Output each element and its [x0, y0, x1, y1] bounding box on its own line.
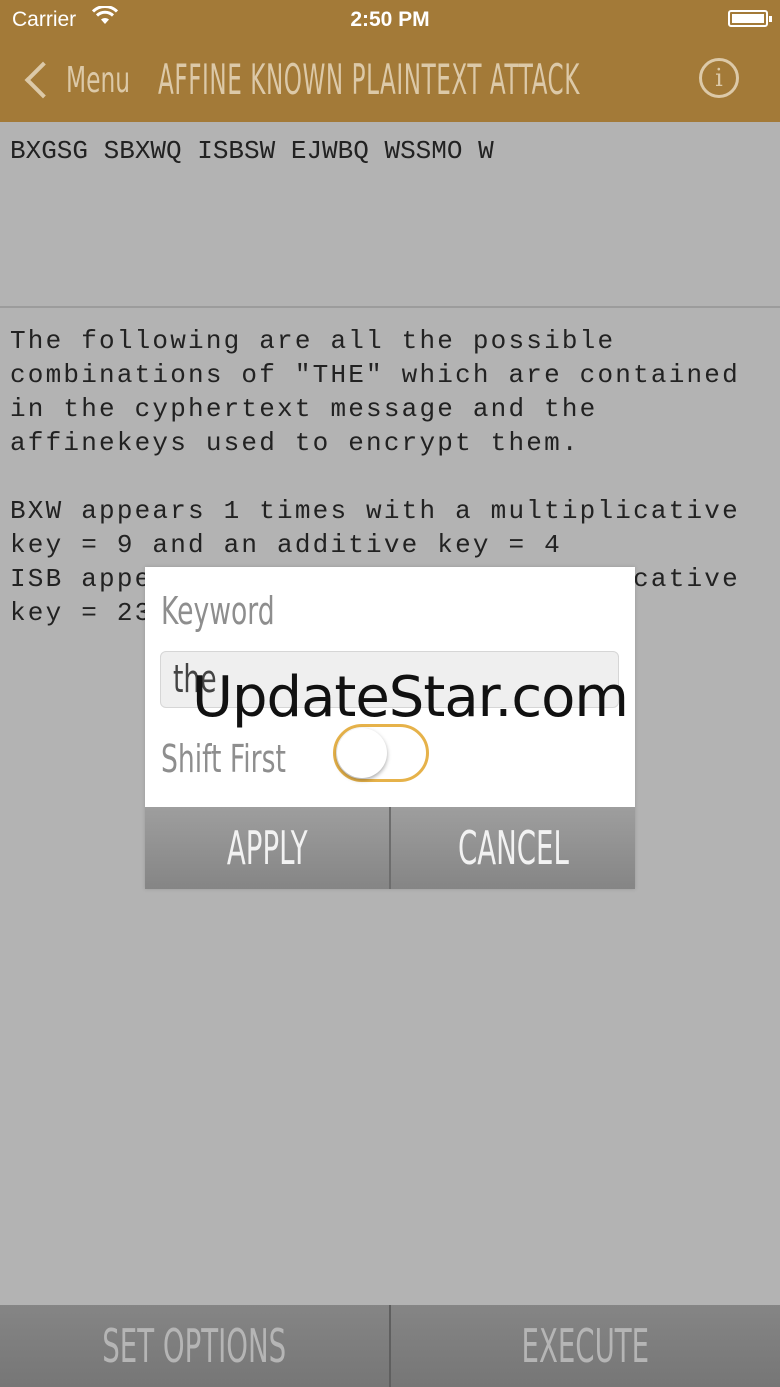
ciphertext-field[interactable]: BXGSG SBXWQ ISBSW EJWBQ WSSMO W	[0, 122, 780, 308]
execute-label: EXECUTE	[521, 1319, 650, 1373]
status-bar: Carrier 2:50 PM	[0, 0, 780, 40]
menu-back-label: Menu	[66, 59, 131, 101]
bottom-toolbar: SET OPTIONS EXECUTE	[0, 1305, 780, 1387]
info-icon[interactable]: i	[699, 58, 739, 98]
shift-first-label: Shift First	[161, 737, 286, 781]
toggle-knob	[337, 728, 387, 778]
dialog-button-row: APPLY CANCEL	[145, 807, 635, 889]
cancel-label: CANCEL	[457, 821, 569, 875]
shift-first-toggle[interactable]	[333, 724, 429, 782]
navigation-bar: Menu AFFINE KNOWN PLAINTEXT ATTACK	[0, 40, 780, 122]
apply-label: APPLY	[226, 821, 308, 875]
page-title: AFFINE KNOWN PLAINTEXT ATTACK	[158, 55, 580, 104]
apply-button[interactable]: APPLY	[145, 807, 389, 889]
keyword-label: Keyword	[161, 589, 275, 633]
execute-button[interactable]: EXECUTE	[389, 1305, 780, 1387]
clock-time: 2:50 PM	[350, 8, 430, 31]
set-options-button[interactable]: SET OPTIONS	[0, 1305, 389, 1387]
set-options-label: SET OPTIONS	[102, 1319, 287, 1373]
menu-back-button[interactable]: Menu	[22, 54, 155, 106]
watermark-text: UpdateStar.com	[192, 665, 629, 730]
battery-icon	[728, 10, 772, 27]
cancel-button[interactable]: CANCEL	[389, 807, 635, 889]
chevron-left-icon	[24, 61, 62, 99]
